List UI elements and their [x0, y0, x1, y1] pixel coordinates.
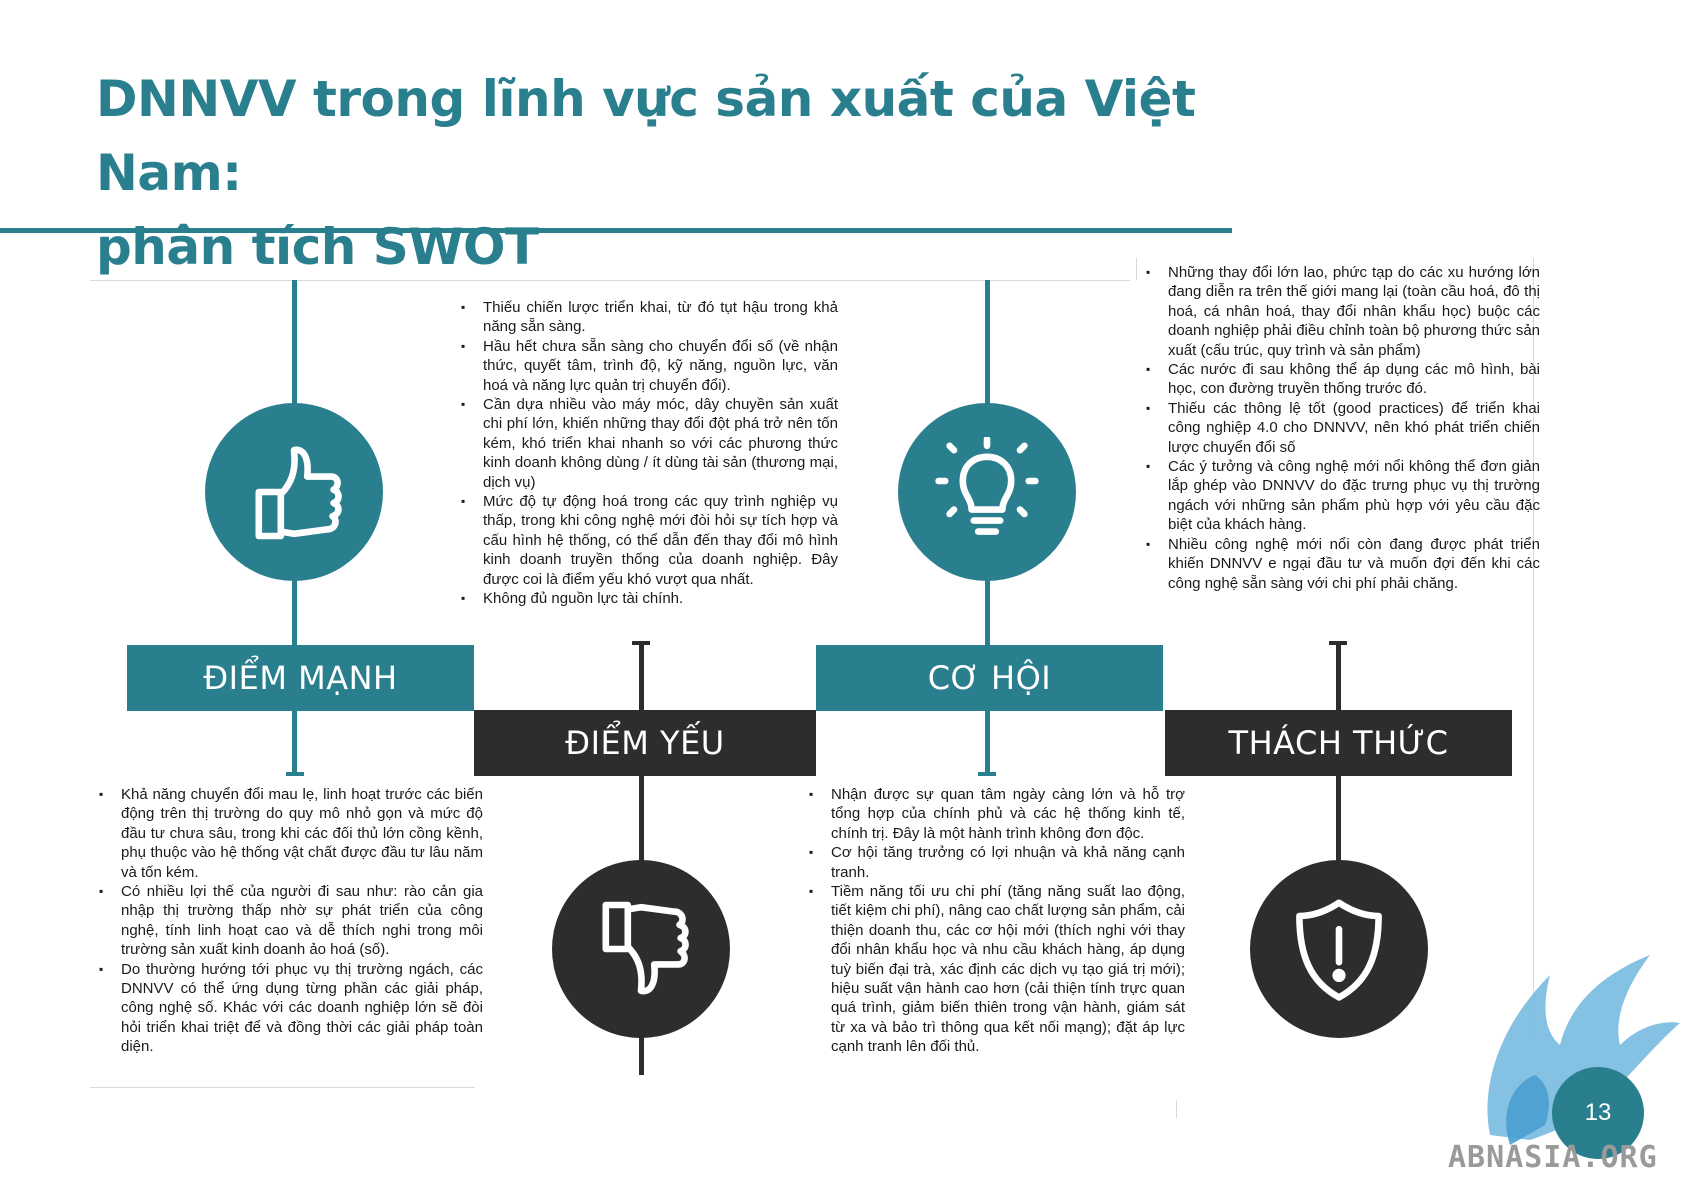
list-item: Không đủ nguồn lực tài chính.	[461, 589, 838, 609]
list-item: Tiềm năng tối ưu chi phí (tăng năng suất…	[809, 882, 1185, 1057]
list-item: Nhiều công nghệ mới nổi còn đang được ph…	[1146, 535, 1540, 593]
list-item: Khả năng chuyển đổi mau lẹ, linh hoạt tr…	[99, 785, 483, 882]
threats-icon-circle	[1250, 860, 1428, 1038]
frame-line	[90, 1087, 475, 1088]
strengths-icon-circle	[205, 403, 383, 581]
thumbs-down-icon	[602, 901, 689, 995]
weaknesses-stem-cap	[632, 641, 650, 645]
weaknesses-label: ĐIỂM YẾU	[474, 710, 816, 776]
weaknesses-icon-circle	[552, 860, 730, 1038]
list-item: Mức độ tự động hoá trong các quy trình n…	[461, 492, 838, 589]
opportunities-stem-cap	[978, 772, 996, 776]
threats-label: THÁCH THỨC	[1165, 710, 1512, 776]
strengths-stem-bottom	[292, 710, 297, 775]
slide-title-line-2: phân tích SWOT	[96, 218, 539, 276]
thumbs-up-icon	[255, 446, 342, 540]
weaknesses-list: Thiếu chiến lược triển khai, từ đó tụt h…	[461, 298, 838, 609]
watermark: ABNASIA.ORG	[1448, 1140, 1658, 1175]
list-item: Có nhiều lợi thế của người đi sau như: r…	[99, 882, 483, 960]
list-item: Nhận được sự quan tâm ngày càng lớn và h…	[809, 785, 1185, 843]
slide-title-line-1: DNNVV trong lĩnh vực sản xuất của Việt N…	[96, 70, 1196, 202]
list-item: Hầu hết chưa sẵn sàng cho chuyển đổi số …	[461, 337, 838, 395]
list-item: Thiếu chiến lược triển khai, từ đó tụt h…	[461, 298, 838, 337]
opportunities-stem-bottom	[985, 710, 990, 775]
strengths-list: Khả năng chuyển đổi mau lẹ, linh hoạt tr…	[99, 785, 483, 1057]
opportunities-label: CƠ HỘI	[816, 645, 1163, 711]
list-item: Cơ hội tăng trưởng có lợi nhuận và khả n…	[809, 843, 1185, 882]
strengths-label: ĐIỂM MẠNH	[127, 645, 474, 711]
frame-line	[1136, 258, 1137, 280]
opportunities-list: Nhận được sự quan tâm ngày càng lớn và h…	[809, 785, 1185, 1057]
list-item: Cần dựa nhiều vào máy móc, dây chuyền sả…	[461, 395, 838, 492]
frame-line	[90, 280, 1130, 281]
list-item: Các ý tưởng và công nghệ mới nổi không t…	[1146, 457, 1540, 535]
threats-stem-cap	[1329, 641, 1347, 645]
weaknesses-stem-top	[639, 643, 644, 710]
lightbulb-icon	[935, 437, 1039, 535]
strengths-stem-cap	[286, 772, 304, 776]
slide-title: DNNVV trong lĩnh vực sản xuất của Việt N…	[96, 62, 1246, 284]
title-underline	[0, 228, 1232, 233]
list-item: Do thường hướng tới phục vụ thị trường n…	[99, 960, 483, 1057]
shield-alert-icon	[1296, 899, 1382, 1001]
list-item: Thiếu các thông lệ tốt (good practices) …	[1146, 399, 1540, 457]
threats-stem-top	[1336, 643, 1341, 710]
threats-stem-bottom	[1336, 775, 1341, 870]
list-item: Các nước đi sau không thể áp dụng các mô…	[1146, 360, 1540, 399]
frame-line	[1176, 1100, 1177, 1118]
opportunities-icon-circle	[898, 403, 1076, 581]
threats-list: Những thay đổi lớn lao, phức tạp do các …	[1146, 263, 1540, 593]
list-item: Những thay đổi lớn lao, phức tạp do các …	[1146, 263, 1540, 360]
